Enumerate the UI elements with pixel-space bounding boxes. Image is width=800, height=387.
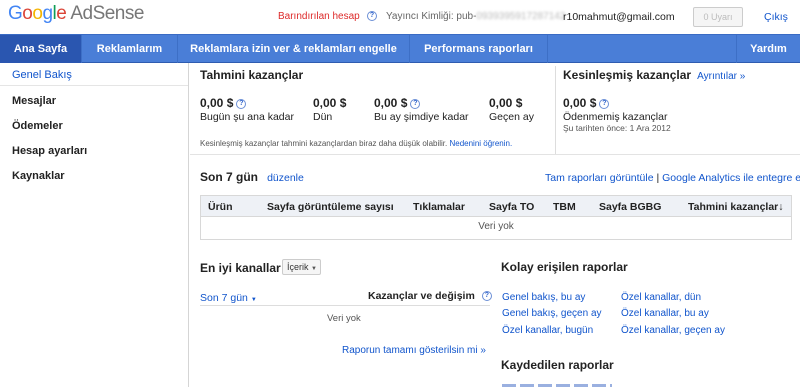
earnings-last-month: 0,00 $ Geçen ay xyxy=(489,96,534,123)
details-link[interactable]: Ayrıntılar » xyxy=(697,71,745,82)
help-icon[interactable]: ? xyxy=(367,11,377,21)
divider xyxy=(200,305,490,306)
earnings-value: 0,00 $ xyxy=(374,96,408,110)
unpaid-since: Şu tarihten önce: 1 Ara 2012 xyxy=(563,123,671,133)
learn-why-link[interactable]: Nedenini öğrenin. xyxy=(449,139,512,148)
finalized-earnings-header: Kesinleşmiş kazançlar Ayrıntılar » xyxy=(563,68,745,82)
quick-report-link[interactable]: Özel kanallar, bu ay xyxy=(621,308,709,319)
account-email[interactable]: r10mahmut@gmail.com xyxy=(563,11,675,23)
earnings-today: 0,00 $ ? Bugün şu ana kadar xyxy=(200,96,294,123)
best-channels-title: En iyi kanallar xyxy=(200,261,281,275)
help-icon[interactable]: ? xyxy=(410,99,421,110)
help-icon[interactable]: ? xyxy=(481,291,492,302)
show-full-report-link[interactable]: Raporun tamamı gösterilsin mi » xyxy=(342,345,486,356)
separator: | xyxy=(656,172,660,184)
unpaid-earnings: 0,00 $ ? Ödenmemiş kazançlar Şu tarihten… xyxy=(563,96,671,133)
last-7-days-header: Son 7 gün düzenle xyxy=(200,170,304,184)
sidebar-item-account-settings[interactable]: Hesap ayarları xyxy=(12,145,87,157)
column-header-sorted[interactable]: Tahmini kazançlar↓ xyxy=(688,201,784,213)
chevron-down-icon: ▼ xyxy=(311,266,317,272)
content-dropdown[interactable]: İçerik ▼ xyxy=(282,259,321,275)
sidebar-item-payments[interactable]: Ödemeler xyxy=(12,120,63,132)
quick-report-link[interactable]: Genel bakış, geçen ay xyxy=(502,308,602,319)
main-nav: Ana Sayfa Reklamlarım Reklamlara izin ve… xyxy=(0,34,800,63)
metric-header: Kazançlar ve değişim ? xyxy=(368,290,492,302)
dropdown-value: İçerik xyxy=(287,262,309,272)
report-links: Tam raporları görüntüle | Google Analyti… xyxy=(545,172,800,184)
metric-label: Kazançlar ve değişim xyxy=(368,290,475,302)
column-header[interactable]: Sayfa görüntüleme sayısı xyxy=(267,201,394,213)
saved-reports-title: Kaydedilen raporlar xyxy=(501,358,614,372)
sidebar: Genel Bakış Mesajlar Ödemeler Hesap ayar… xyxy=(0,63,189,387)
period-dropdown[interactable]: Son 7 gün ▼ xyxy=(200,292,257,304)
no-data-text: Veri yok xyxy=(327,313,361,324)
quick-report-link[interactable]: Genel bakış, bu ay xyxy=(502,292,585,303)
quick-report-link[interactable]: Özel kanallar, bugün xyxy=(502,325,593,336)
tab-performance-reports[interactable]: Performans raporları xyxy=(410,35,548,63)
publisher-id-value: 0939395917287142 xyxy=(476,11,566,22)
sort-arrow-icon: ↓ xyxy=(778,201,784,213)
edit-link[interactable]: düzenle xyxy=(267,172,304,184)
estimated-earnings-title: Tahmini kazançlar xyxy=(200,68,304,82)
finalized-earnings-title: Kesinleşmiş kazançlar xyxy=(563,68,692,82)
column-header[interactable]: Sayfa TO xyxy=(489,201,534,213)
quick-report-link[interactable]: Özel kanallar, geçen ay xyxy=(621,325,725,336)
column-header[interactable]: TBM xyxy=(553,201,576,213)
period-label: Son 7 gün xyxy=(200,292,248,304)
help-icon[interactable]: ? xyxy=(236,99,247,110)
tab-home[interactable]: Ana Sayfa xyxy=(0,35,82,63)
logo-letter: o xyxy=(32,3,43,24)
earnings-label: Bugün şu ana kadar xyxy=(200,111,294,123)
logo-letter: G xyxy=(8,3,23,24)
hosted-account-label: Barındırılan hesap xyxy=(278,11,360,22)
top-bar: Google AdSense Barındırılan hesap ? Yayın… xyxy=(0,0,800,32)
column-header[interactable]: Tıklamalar xyxy=(413,201,465,213)
divider xyxy=(555,66,556,154)
google-analytics-link[interactable]: Google Analytics ile entegre et xyxy=(662,172,800,184)
table-header: Ürün Sayfa görüntüleme sayısı Tıklamalar… xyxy=(200,195,792,217)
logo-letter: g xyxy=(42,3,53,24)
earnings-label: Geçen ay xyxy=(489,111,534,123)
earnings-yesterday: 0,00 $ Dün xyxy=(313,96,346,123)
logout-link[interactable]: Çıkış xyxy=(764,11,788,23)
earnings-value: 0,00 $ xyxy=(313,96,347,110)
tab-help[interactable]: Yardım xyxy=(736,35,800,63)
best-channels-header: En iyi kanallar xyxy=(200,261,281,275)
earnings-value: 0,00 $ xyxy=(200,96,234,110)
alerts-button[interactable]: 0 Uyarı xyxy=(693,7,743,27)
column-header[interactable]: Sayfa BGBG xyxy=(599,201,661,213)
logo-letter: e xyxy=(56,3,67,24)
earnings-label: Dün xyxy=(313,111,333,123)
table-body: Veri yok xyxy=(200,216,792,240)
google-adsense-logo[interactable]: Google AdSense xyxy=(8,3,144,25)
unpaid-value: 0,00 $ xyxy=(563,96,597,110)
sidebar-item-overview[interactable]: Genel Bakış xyxy=(12,69,72,81)
earnings-value: 0,00 $ xyxy=(489,96,523,110)
divider xyxy=(0,85,188,86)
earnings-note-text: Kesinleşmiş kazançlar tahmini kazançlard… xyxy=(200,139,448,148)
unpaid-label: Ödenmemiş kazançlar xyxy=(563,111,668,123)
sidebar-item-messages[interactable]: Mesajlar xyxy=(12,95,56,107)
product-name: AdSense xyxy=(70,3,144,24)
quick-report-link[interactable]: Özel kanallar, dün xyxy=(621,292,701,303)
tab-allow-block-ads[interactable]: Reklamlara izin ver & reklamları engelle xyxy=(178,35,410,63)
last-7-days-title: Son 7 gün xyxy=(200,170,258,184)
column-header[interactable]: Ürün xyxy=(208,201,233,213)
earnings-note: Kesinleşmiş kazançlar tahmini kazançlard… xyxy=(200,139,512,148)
quick-reports-title: Kolay erişilen raporlar xyxy=(501,260,628,274)
sidebar-item-resources[interactable]: Kaynaklar xyxy=(12,170,65,182)
logo-letter: o xyxy=(22,3,33,24)
earnings-label: Bu ay şimdiye kadar xyxy=(374,111,469,123)
tab-my-ads[interactable]: Reklamlarım xyxy=(82,35,178,63)
publisher-id-label: Yayıncı Kimliği: pub- xyxy=(386,11,477,22)
no-data-text: Veri yok xyxy=(478,221,514,232)
saved-report-link-cutoff[interactable] xyxy=(502,380,612,387)
view-full-reports-link[interactable]: Tam raporları görüntüle xyxy=(545,172,654,184)
earnings-this-month: 0,00 $ ? Bu ay şimdiye kadar xyxy=(374,96,469,123)
help-icon[interactable]: ? xyxy=(599,99,610,110)
publisher-id: Yayıncı Kimliği: pub-0939395917287142 xyxy=(386,11,565,22)
column-header-label: Tahmini kazançlar xyxy=(688,201,779,213)
chevron-down-icon: ▼ xyxy=(250,297,257,303)
divider xyxy=(190,154,800,155)
